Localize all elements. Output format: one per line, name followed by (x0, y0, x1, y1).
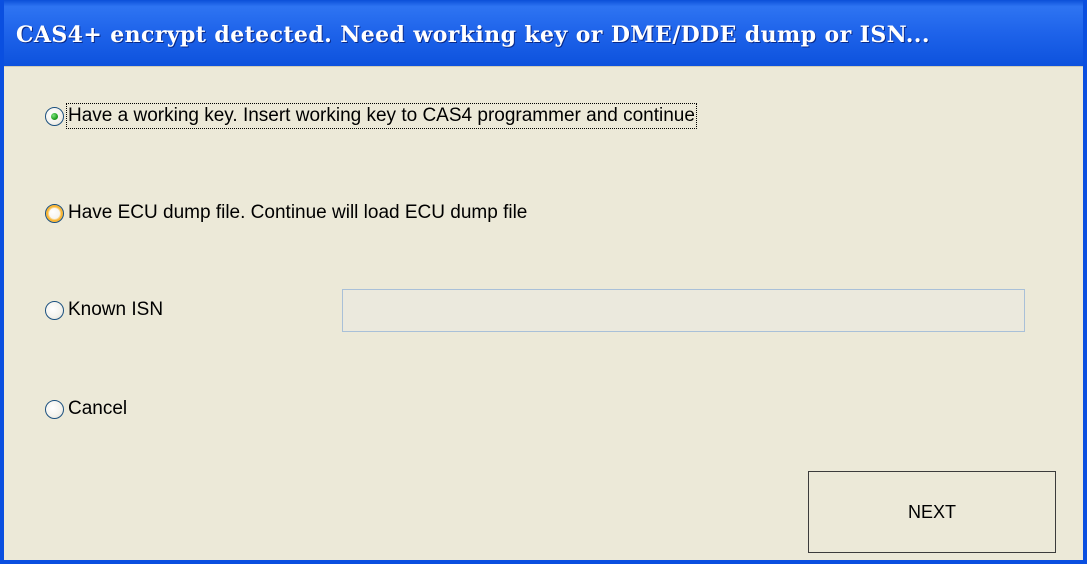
dialog-window: CAS4+ encrypt detected. Need working key… (0, 0, 1087, 564)
option-working-key-label[interactable]: Have a working key. Insert working key t… (66, 103, 697, 129)
option-working-key[interactable]: Have a working key. Insert working key t… (45, 103, 697, 129)
option-cancel[interactable]: Cancel (45, 398, 127, 420)
radio-working-key[interactable] (45, 106, 64, 126)
isn-input[interactable] (342, 289, 1025, 332)
radio-cancel[interactable] (45, 399, 64, 419)
radio-ecu-dump[interactable] (45, 203, 64, 223)
option-ecu-dump[interactable]: Have ECU dump file. Continue will load E… (45, 202, 527, 224)
radio-selected-dot (51, 112, 58, 120)
option-known-isn-label[interactable]: Known ISN (68, 299, 163, 321)
option-ecu-dump-label[interactable]: Have ECU dump file. Continue will load E… (68, 202, 527, 224)
option-known-isn[interactable]: Known ISN (45, 299, 163, 321)
option-cancel-label[interactable]: Cancel (68, 398, 127, 420)
next-button[interactable]: NEXT (808, 471, 1056, 553)
radio-known-isn[interactable] (45, 300, 64, 320)
title-bar[interactable]: CAS4+ encrypt detected. Need working key… (4, 0, 1083, 66)
dialog-body: Have a working key. Insert working key t… (4, 66, 1083, 560)
window-title: CAS4+ encrypt detected. Need working key… (16, 22, 930, 48)
